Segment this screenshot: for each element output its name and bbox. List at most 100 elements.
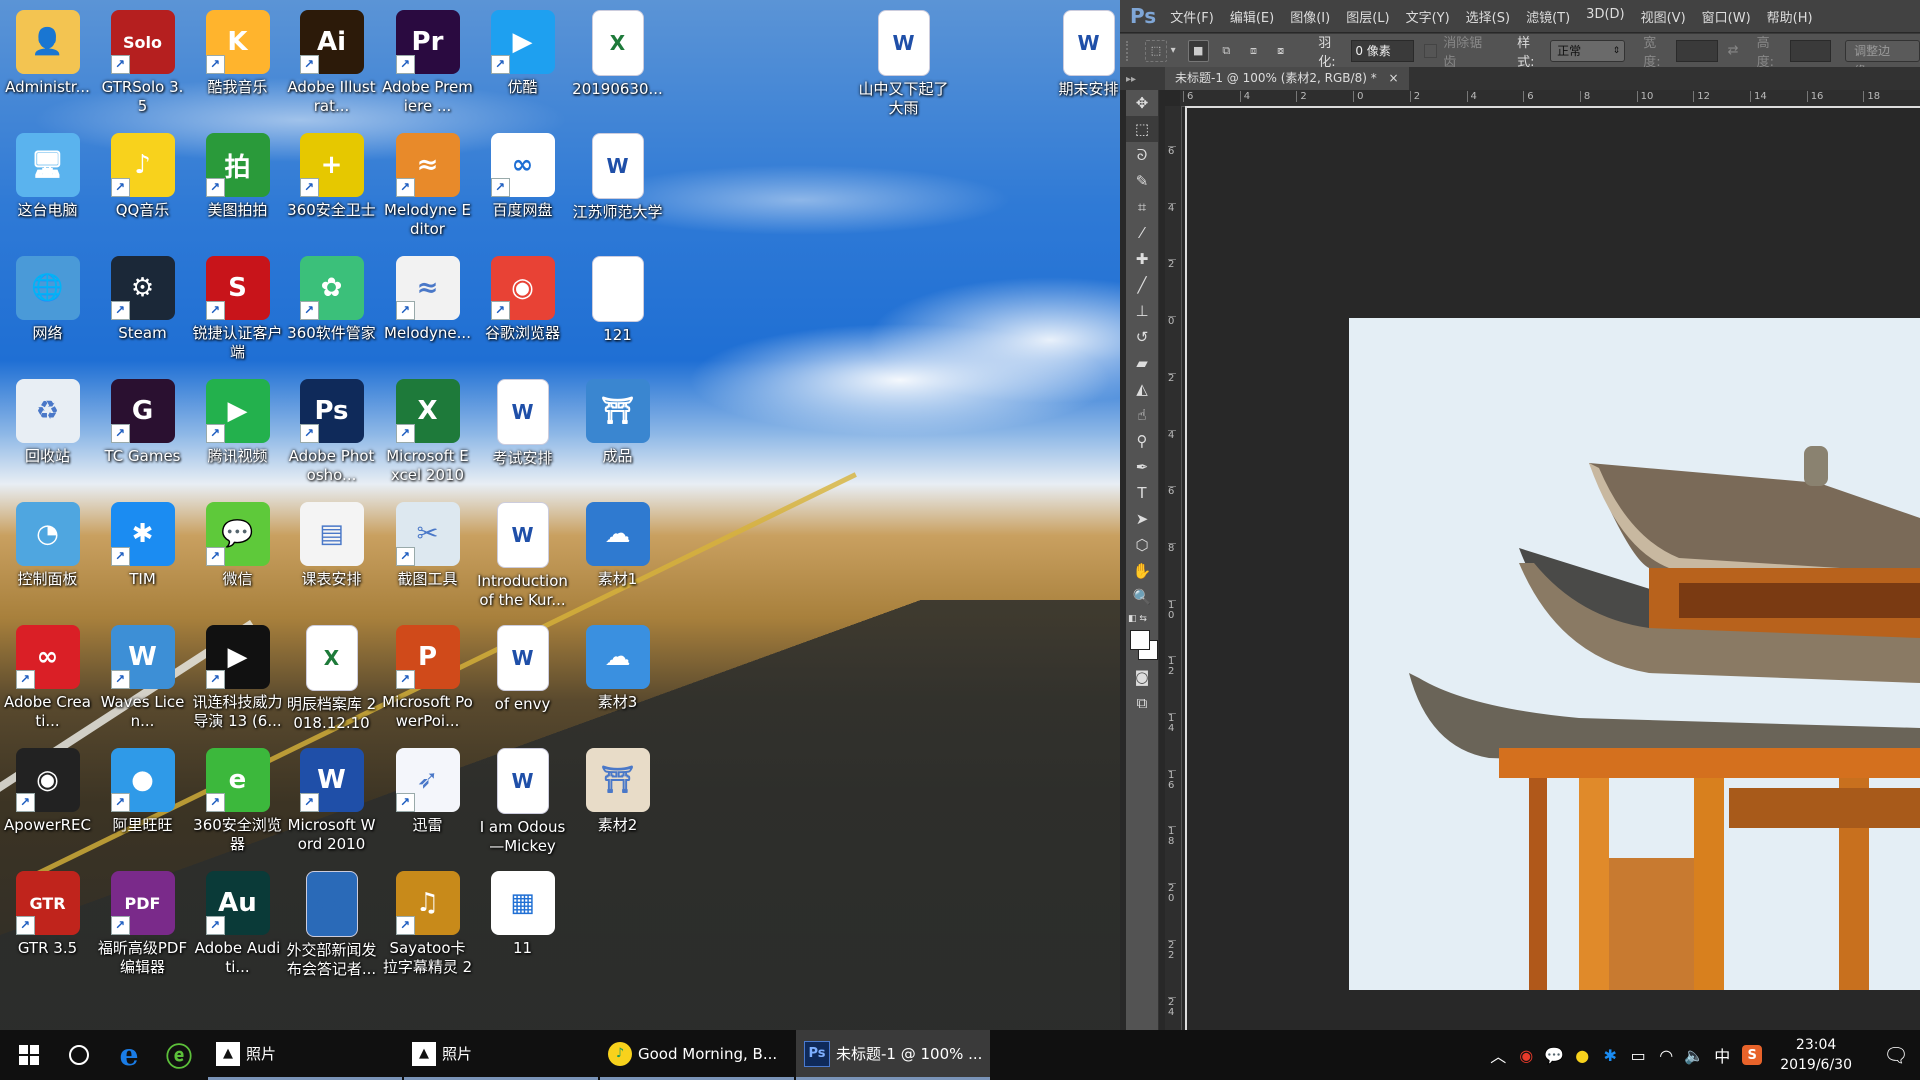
desktop-icon[interactable]: e ↗ 360安全浏览器 <box>190 744 285 854</box>
tim-tray-icon[interactable]: ✱ <box>1596 1030 1624 1080</box>
volume-icon[interactable]: 🔈 <box>1680 1030 1708 1080</box>
smudge-tool-icon[interactable]: ☝ <box>1126 402 1158 428</box>
desktop-icon[interactable]: ➶ ↗ 迅雷 <box>380 744 475 835</box>
antialias-checkbox[interactable] <box>1423 43 1438 58</box>
options-grip[interactable] <box>1126 40 1141 61</box>
type-tool-icon[interactable]: T <box>1126 480 1158 506</box>
desktop-icon[interactable]: ☁ 素材1 <box>570 498 665 589</box>
subtract-selection-icon[interactable]: ⧈ <box>1244 41 1263 61</box>
tools-panel-header[interactable]: ▸▸ <box>1120 67 1165 90</box>
path-select-tool-icon[interactable]: ➤ <box>1126 506 1158 532</box>
desktop-icon[interactable]: X ↗ Microsoft Excel 2010 <box>380 375 475 485</box>
desktop-icon[interactable]: K ↗ 酷我音乐 <box>190 6 285 97</box>
wifi-icon[interactable]: ◠ <box>1652 1030 1680 1080</box>
clone-stamp-tool-icon[interactable]: ⊥ <box>1126 298 1158 324</box>
desktop-icon[interactable]: ● ↗ 阿里旺旺 <box>95 744 190 835</box>
ps-menu-item[interactable]: 滤镜(T) <box>1526 7 1570 26</box>
desktop-icon[interactable]: ◉ ↗ 谷歌浏览器 <box>475 252 570 343</box>
paint-bucket-tool-icon[interactable]: ◭ <box>1126 376 1158 402</box>
hand-tool-icon[interactable]: ✋ <box>1126 558 1158 584</box>
desktop-icon[interactable]: X 20190630... <box>570 6 665 99</box>
crop-tool-icon[interactable]: ⌗ <box>1126 194 1158 220</box>
desktop-icon[interactable]: ∞ ↗ Adobe Creati... <box>0 621 95 731</box>
desktop-icon[interactable]: 🖥 这台电脑 <box>0 129 95 220</box>
new-selection-icon[interactable]: ■ <box>1187 39 1209 62</box>
desktop-icon[interactable]: W 山中又下起了大雨 <box>856 6 951 118</box>
desktop-icon[interactable]: P ↗ Microsoft PowerPoi... <box>380 621 475 731</box>
edge-icon[interactable]: e <box>104 1030 154 1080</box>
quick-mask-icon[interactable]: ◙ <box>1126 664 1158 690</box>
battery-icon[interactable]: ▭ <box>1624 1030 1652 1080</box>
ps-menu-item[interactable]: 帮助(H) <box>1767 7 1813 26</box>
swap-dimensions-icon[interactable]: ⇄ <box>1728 43 1739 58</box>
ps-menu-item[interactable]: 视图(V) <box>1641 7 1686 26</box>
desktop-icon[interactable]: ▶ ↗ 讯连科技威力导演 13 (6... <box>190 621 285 731</box>
apowerrec-tray-icon[interactable]: ◉ <box>1512 1030 1540 1080</box>
sogou-ime-icon[interactable]: S <box>1742 1045 1763 1065</box>
desktop-icon[interactable]: Au ↗ Adobe Auditi... <box>190 867 285 977</box>
wechat-tray-icon[interactable]: 💬 <box>1540 1030 1568 1080</box>
desktop-icon[interactable]: G ↗ TC Games <box>95 375 190 466</box>
desktop-icon[interactable]: ⛩ 素材2 <box>570 744 665 835</box>
taskbar-app-button[interactable]: ▲ 照片 <box>404 1030 598 1080</box>
desktop-icon[interactable]: X 明辰档案库 2018.12.10 <box>284 621 379 733</box>
ime-indicator[interactable]: 中 <box>1708 1030 1736 1080</box>
foreground-color-swatch[interactable] <box>1130 630 1150 650</box>
height-input[interactable] <box>1789 39 1832 62</box>
width-input[interactable] <box>1676 39 1718 62</box>
desktop-icon[interactable]: CAJ 外交部新闻发布会答记者... <box>284 867 379 979</box>
collapse-panel-icon[interactable]: ▸▸ <box>1126 74 1136 85</box>
desktop-icon[interactable]: PDF ↗ 福昕高级PDF编辑器 <box>95 867 190 977</box>
add-selection-icon[interactable]: ⧉ <box>1217 41 1236 61</box>
desktop-icon[interactable]: Wof envy <box>475 621 570 714</box>
healing-brush-tool-icon[interactable]: ✚ <box>1126 246 1158 272</box>
screen-mode-icon[interactable]: ⧉ <box>1126 690 1158 716</box>
dodge-tool-icon[interactable]: ⚲ <box>1126 428 1158 454</box>
desktop-icon[interactable]: 💬 ↗ 微信 <box>190 498 285 589</box>
desktop-icon[interactable]: Pr ↗ Adobe Premiere ... <box>380 6 475 116</box>
desktop-icon[interactable]: ▦ 11 <box>475 867 570 958</box>
ps-menu-item[interactable]: 文字(Y) <box>1406 7 1450 26</box>
desktop-icon[interactable]: ▶ ↗ 优酷 <box>475 6 570 97</box>
clock[interactable]: 23:04 2019/6/30 <box>1780 1035 1852 1075</box>
desktop-icon[interactable]: ≈ ↗ Melodyne Editor <box>380 129 475 239</box>
desktop-icon[interactable]: Solo ↗ GTRSolo 3.5 <box>95 6 190 116</box>
360-browser-icon[interactable]: ⓔ <box>154 1030 204 1080</box>
qq-music-tray-icon[interactable]: ● <box>1568 1030 1596 1080</box>
ps-menu-item[interactable]: 3D(D) <box>1586 7 1624 26</box>
desktop-icon[interactable]: S ↗ 锐捷认证客户端 <box>190 252 285 362</box>
zoom-tool-icon[interactable]: 🔍 <box>1126 584 1158 610</box>
desktop-icon[interactable]: W I am Odous—Mickey <box>475 744 570 856</box>
marquee-preset-icon[interactable]: ⬚ <box>1145 39 1167 62</box>
desktop-icon[interactable]: W ↗ Waves Licen... <box>95 621 190 731</box>
style-select[interactable]: 正常 ⇕ <box>1550 39 1626 62</box>
desktop-icon[interactable]: ♪ ↗ QQ音乐 <box>95 129 190 220</box>
taskbar-app-button[interactable]: ▲ 照片 <box>208 1030 402 1080</box>
default-colors-icon[interactable]: ◧ ⇆ <box>1128 614 1147 624</box>
eraser-tool-icon[interactable]: ▰ <box>1126 350 1158 376</box>
desktop-icon[interactable]: ✱ ↗ TIM <box>95 498 190 589</box>
close-tab-icon[interactable]: × <box>1389 71 1399 85</box>
brush-tool-icon[interactable]: ╱ <box>1126 272 1158 298</box>
start-button[interactable] <box>4 1030 54 1080</box>
ps-menu-item[interactable]: 选择(S) <box>1466 7 1510 26</box>
taskbar-app-button[interactable]: Ps 未标题-1 @ 100% ... <box>796 1030 990 1080</box>
taskbar-app-button[interactable]: ♪ Good Morning, B... <box>600 1030 794 1080</box>
desktop-icon[interactable]: GTR ↗ GTR 3.5 <box>0 867 95 958</box>
shape-tool-icon[interactable]: ⬡ <box>1126 532 1158 558</box>
ps-menu-item[interactable]: 文件(F) <box>1170 7 1214 26</box>
pen-tool-icon[interactable]: ✒ <box>1126 454 1158 480</box>
ps-menu-item[interactable]: 图像(I) <box>1290 7 1330 26</box>
desktop-icon[interactable]: 121 <box>570 252 665 345</box>
ps-menu-item[interactable]: 窗口(W) <box>1702 7 1751 26</box>
eyedropper-tool-icon[interactable]: ⁄ <box>1126 220 1158 246</box>
refine-edge-button[interactable]: 调整边缘... <box>1845 39 1920 78</box>
desktop-icon[interactable]: ☁ 素材3 <box>570 621 665 712</box>
marquee-tool-icon[interactable]: ⬚ <box>1126 116 1158 142</box>
desktop-icon[interactable]: 🌐 网络 <box>0 252 95 343</box>
ps-menu-item[interactable]: 编辑(E) <box>1230 7 1274 26</box>
lasso-tool-icon[interactable]: ᘐ <box>1126 142 1158 168</box>
desktop-icon[interactable]: W 考试安排 <box>475 375 570 468</box>
history-brush-tool-icon[interactable]: ↺ <box>1126 324 1158 350</box>
desktop-icon[interactable]: + ↗ 360安全卫士 <box>284 129 379 220</box>
